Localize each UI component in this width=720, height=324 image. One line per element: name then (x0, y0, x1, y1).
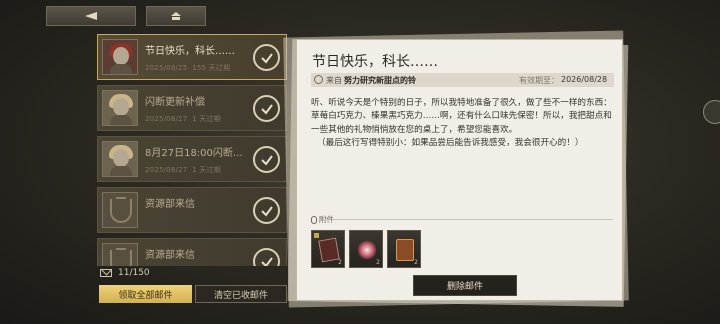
delete-mail-button[interactable]: 删除邮件 (413, 275, 517, 296)
mail-meta: 2025/08/25 155 天过期 (145, 63, 230, 73)
mail-title: 资源部来信 (145, 199, 195, 210)
mail-item[interactable]: 资源部来信 (97, 238, 287, 266)
mail-title: 8月27日18:00闪断… (145, 148, 243, 159)
from-label: 来自 (326, 76, 342, 85)
mail-date: 2025/08/27 (145, 115, 188, 123)
clear-collected-button[interactable]: 清空已收邮件 (195, 285, 287, 303)
read-check-icon (253, 197, 280, 224)
mail-count: 11/150 (100, 268, 150, 278)
envelope-icon (100, 269, 112, 277)
sender-avatar (102, 39, 138, 75)
expiry-label: 有效期至： (519, 76, 559, 85)
chocolate-box-icon (318, 237, 340, 263)
mail-list[interactable]: 节日快乐，科长…… 2025/08/25 155 天过期 闪断更新补偿 2025… (97, 34, 290, 266)
sender-avatar (102, 192, 138, 228)
mail-title: 资源部来信 (145, 250, 195, 261)
home-button[interactable] (146, 6, 206, 26)
attachment-item[interactable]: 2 (311, 230, 345, 268)
mail-item[interactable]: 资源部来信 (97, 187, 287, 233)
paperclip-icon (311, 215, 317, 224)
mail-title: 节日快乐，科长…… (145, 46, 235, 57)
mail-body-paragraph: （最后这行写得特别小：如果品尝后能告诉我感受，我会很开心的！） (317, 138, 584, 149)
mail-remaining: 1 天过期 (192, 166, 221, 174)
sender-avatar (102, 243, 138, 266)
side-menu-handle[interactable] (703, 100, 720, 124)
attachment-item[interactable]: 2 (387, 230, 421, 268)
rarity-marker (314, 233, 319, 238)
mail-body-paragraph: 听、听说今天是个特别的日子，所以我特地准备了很久，做了些不一样的东西：草莓白巧克… (311, 98, 612, 135)
sender-name: 努力研究新甜点的铃 (344, 76, 416, 85)
mail-count-text: 11/150 (118, 268, 150, 278)
mail-item[interactable]: 闪断更新补偿 2025/08/27 1 天过期 (97, 85, 287, 131)
attachment-qty: 2 (338, 259, 342, 266)
sender-avatar (102, 141, 138, 177)
mail-date: 2025/08/27 (145, 166, 188, 174)
mail-title: 闪断更新补偿 (145, 97, 205, 108)
attachment-qty: 2 (376, 259, 380, 266)
read-check-icon (253, 95, 280, 122)
sender-icon (314, 75, 323, 84)
attachments-label: 附件 (319, 215, 334, 224)
expiry-date: 2026/08/28 (561, 75, 608, 84)
mail-meta-bar: 来自 努力研究新甜点的铃 有效期至： 2026/08/28 (311, 73, 614, 87)
read-check-icon (253, 248, 280, 266)
mail-item[interactable]: 节日快乐，科长…… 2025/08/25 155 天过期 (97, 34, 287, 80)
attachment-item[interactable]: 2 (349, 230, 383, 268)
mail-body: 听、听说今天是个特别的日子，所以我特地准备了很久，做了些不一样的东西：草莓白巧克… (311, 97, 616, 151)
mail-detail-panel: 节日快乐，科长…… 来自 努力研究新甜点的铃 有效期至： 2026/08/28 … (296, 39, 623, 301)
gift-bag-icon (396, 239, 414, 261)
mail-detail-title: 节日快乐，科长…… (312, 54, 438, 70)
back-button[interactable] (46, 6, 136, 26)
mail-item[interactable]: 8月27日18:00闪断… 2025/08/27 1 天过期 (97, 136, 287, 182)
mail-meta: 2025/08/27 1 天过期 (145, 114, 221, 124)
attachment-qty: 2 (414, 259, 418, 266)
mail-remaining: 1 天过期 (192, 115, 221, 123)
mail-remaining: 155 天过期 (192, 64, 231, 72)
attachments-header: 附件 (311, 214, 334, 225)
collect-all-button[interactable]: 领取全部邮件 (99, 285, 192, 303)
home-icon (171, 12, 181, 20)
mail-date: 2025/08/25 (145, 64, 188, 72)
sparkle-gift-icon (358, 239, 376, 261)
divider (333, 219, 613, 220)
triangle-left-icon (85, 12, 97, 20)
read-check-icon (253, 146, 280, 173)
sender-avatar (102, 90, 138, 126)
read-check-icon (253, 44, 280, 71)
mail-meta: 2025/08/27 1 天过期 (145, 165, 221, 175)
